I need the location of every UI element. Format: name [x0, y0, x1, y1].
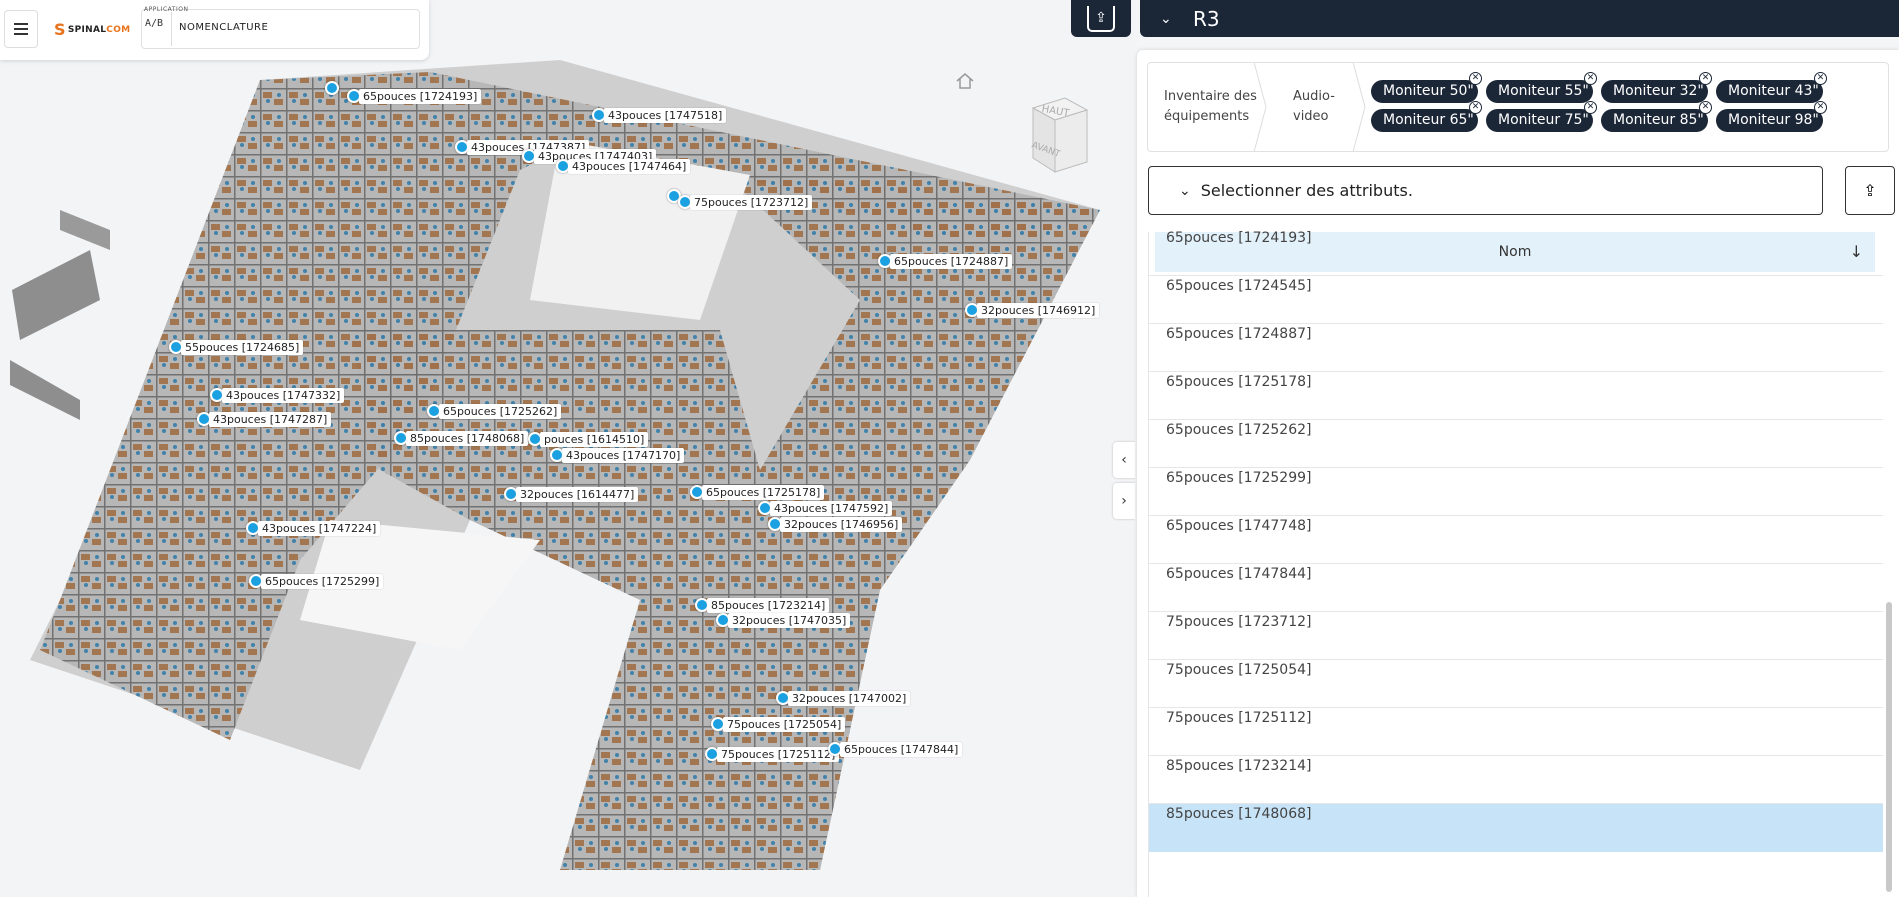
- home-icon[interactable]: [955, 72, 975, 90]
- file-export-icon: ⇪: [1863, 181, 1877, 200]
- equipment-marker[interactable]: 65pouces [1724887]: [878, 253, 1013, 269]
- close-circle-icon[interactable]: ✕: [1469, 72, 1482, 85]
- equipment-marker[interactable]: 32pouces [1614477]: [504, 486, 639, 502]
- filter-chip[interactable]: Moniteur 32" ✕: [1601, 72, 1712, 103]
- ab-icon: A/B: [145, 18, 164, 29]
- table-row[interactable]: 65pouces [1725262]: [1149, 420, 1883, 468]
- equipment-marker[interactable]: 32pouces [1746912]: [965, 302, 1100, 318]
- close-circle-icon[interactable]: ✕: [1814, 101, 1827, 114]
- filter-chip[interactable]: Moniteur 98" ✕: [1716, 101, 1827, 132]
- scrollbar-thumb[interactable]: [1886, 602, 1892, 892]
- close-circle-icon[interactable]: ✕: [1699, 72, 1712, 85]
- attribute-select-label: Selectionner des attributs.: [1200, 181, 1413, 200]
- application-name: NOMENCLATURE: [179, 22, 269, 33]
- table-row[interactable]: 85pouces [1723214]: [1149, 756, 1883, 804]
- spinalcom-logo: S SPINAL COM: [54, 20, 131, 39]
- equipment-marker[interactable]: 65pouces [1724193]: [347, 88, 482, 104]
- equipment-marker[interactable]: 65pouces [1725178]: [690, 484, 825, 500]
- filter-chip[interactable]: Moniteur 50" ✕: [1371, 72, 1482, 103]
- close-circle-icon[interactable]: ✕: [1584, 101, 1597, 114]
- filter-chip[interactable]: Moniteur 85" ✕: [1601, 101, 1712, 132]
- table-row[interactable]: 75pouces [1725112]: [1149, 708, 1883, 756]
- equipment-marker[interactable]: 75pouces [1725054]: [711, 716, 846, 732]
- equipment-marker[interactable]: 43pouces [1747332]: [210, 387, 345, 403]
- breadcrumb-item-inventaire[interactable]: Inventaire des équipements: [1164, 87, 1264, 127]
- equipment-marker[interactable]: 32pouces [1747035]: [716, 612, 851, 628]
- equipment-marker[interactable]: 43pouces [1747224]: [246, 520, 381, 536]
- table-row[interactable]: 65pouces [1725299]: [1149, 468, 1883, 516]
- equipment-marker[interactable]: [325, 80, 339, 96]
- equipment-marker[interactable]: 75pouces [1725112]: [705, 746, 840, 762]
- breadcrumb-separator: [1352, 62, 1366, 152]
- close-circle-icon[interactable]: ✕: [1699, 101, 1712, 114]
- hamburger-icon[interactable]: [4, 10, 38, 48]
- application-tag: APPLICATION: [144, 6, 189, 13]
- scrollbar[interactable]: [1883, 232, 1895, 897]
- filter-chip[interactable]: Moniteur 65" ✕: [1371, 101, 1482, 132]
- 3d-viewer[interactable]: 65pouces [1724193] 43pouces [1747518] 43…: [0, 0, 1135, 897]
- panel-header[interactable]: ⌄ R3: [1140, 0, 1899, 37]
- equipment-marker[interactable]: 43pouces [1747592]: [758, 500, 893, 516]
- table-row[interactable]: 65pouces [1747844]: [1149, 564, 1883, 612]
- equipment-marker[interactable]: 32pouces [1747002]: [776, 690, 911, 706]
- filter-chip[interactable]: Moniteur 55" ✕: [1486, 72, 1597, 103]
- collapse-right-button[interactable]: ›: [1113, 483, 1135, 519]
- equipment-marker[interactable]: 85pouces [1723214]: [695, 597, 830, 613]
- close-circle-icon[interactable]: ✕: [1584, 72, 1597, 85]
- table-row[interactable]: 75pouces [1723712]: [1149, 612, 1883, 660]
- breadcrumb-item-audio-video[interactable]: Audio-video: [1293, 87, 1345, 127]
- equipment-marker[interactable]: 32pouces [1746956]: [768, 516, 903, 532]
- export-button[interactable]: ⇪: [1845, 166, 1895, 215]
- panel-title: R3: [1193, 6, 1220, 31]
- equipment-marker[interactable]: 65pouces [1725262]: [427, 403, 562, 419]
- filter-chip[interactable]: Moniteur 75" ✕: [1486, 101, 1597, 132]
- equipment-marker[interactable]: 85pouces [1748068]: [394, 430, 529, 446]
- equipment-marker[interactable]: pouces [1614510]: [528, 431, 649, 447]
- equipment-marker[interactable]: 55pouces [1724685]: [169, 339, 304, 355]
- equipment-marker[interactable]: 65pouces [1747844]: [828, 741, 963, 757]
- navigation-cube[interactable]: HAUT AVANT: [1025, 92, 1091, 178]
- filter-chip[interactable]: Moniteur 43" ✕: [1716, 72, 1827, 103]
- equipment-marker[interactable]: 75pouces [1723712]: [678, 194, 813, 210]
- table-row[interactable]: 65pouces [1724887]: [1149, 324, 1883, 372]
- close-circle-icon[interactable]: ✕: [1469, 101, 1482, 114]
- table-row[interactable]: 65pouces [1724193]: [1149, 228, 1883, 276]
- chevron-down-icon[interactable]: ⌄: [1160, 11, 1176, 27]
- equipment-marker[interactable]: 43pouces [1747464]: [556, 158, 691, 174]
- close-circle-icon[interactable]: ✕: [1814, 72, 1827, 85]
- collapse-left-button[interactable]: ‹: [1113, 442, 1135, 478]
- table-row[interactable]: 65pouces [1724545]: [1149, 276, 1883, 324]
- file-export-icon: ⇪: [1087, 5, 1115, 32]
- equipment-marker[interactable]: 43pouces [1747287]: [197, 411, 332, 427]
- equipment-marker[interactable]: 65pouces [1725299]: [249, 573, 384, 589]
- top-app-bar: S SPINAL COM APPLICATION A/B NOMENCLATURE: [0, 0, 429, 60]
- filter-chips: Moniteur 50" ✕ Moniteur 55" ✕ Moniteur 32"…: [1371, 72, 1899, 132]
- divider: [171, 12, 172, 46]
- equipment-marker[interactable]: 43pouces [1747518]: [592, 107, 727, 123]
- file-export-button[interactable]: ⇪: [1071, 0, 1131, 37]
- equipment-marker[interactable]: 43pouces [1747170]: [550, 447, 685, 463]
- table-row[interactable]: 85pouces [1748068]: [1149, 804, 1883, 852]
- results-table: Nom ↓ 65pouces [1724193] 65pouces [172454…: [1148, 230, 1883, 897]
- table-row[interactable]: 75pouces [1725054]: [1149, 660, 1883, 708]
- chevron-down-icon: ⌄: [1179, 182, 1191, 199]
- table-row[interactable]: 65pouces [1747748]: [1149, 516, 1883, 564]
- table-row[interactable]: 65pouces [1725178]: [1149, 372, 1883, 420]
- attribute-select[interactable]: ⌄ Selectionner des attributs.: [1148, 166, 1823, 215]
